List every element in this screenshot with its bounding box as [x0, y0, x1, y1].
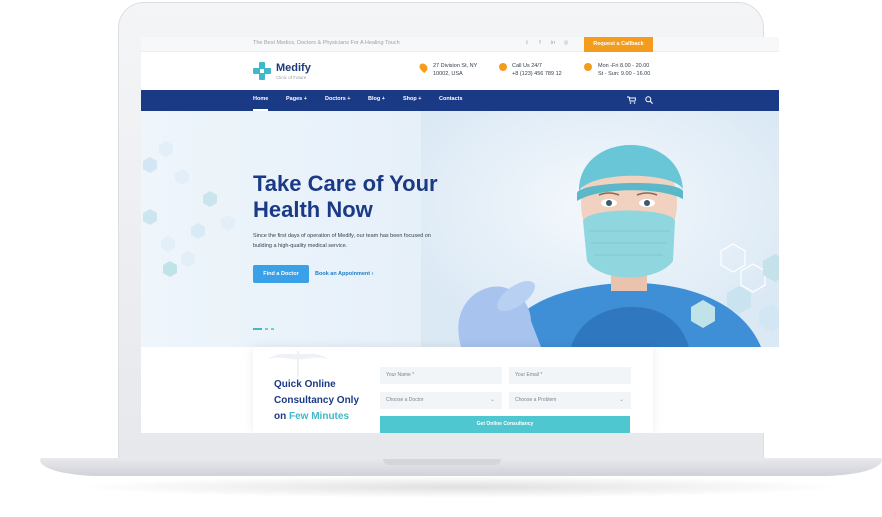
address-info: 27 Division St, NY 10002, USA: [433, 62, 477, 78]
hexagon-decoration: [163, 261, 177, 277]
request-callback-button[interactable]: Request a Callback: [584, 37, 653, 52]
doctor-select[interactable]: Choose a Doctor ⌄: [380, 392, 502, 409]
hero-section: Take Care of Your Health Now Since the f…: [141, 111, 779, 347]
find-doctor-button[interactable]: Find a Doctor: [253, 265, 309, 283]
consultancy-title-line-3: on Few Minutes: [274, 409, 374, 425]
nav-blog[interactable]: Blog +: [368, 96, 385, 102]
linkedin-icon[interactable]: in: [549, 40, 557, 48]
name-field[interactable]: Your Name *: [380, 367, 502, 384]
hours-line-1: Mon -Fri 8.00 - 20.00: [598, 63, 650, 69]
consultancy-title-prefix: on: [274, 411, 289, 422]
call-line-1: Call Us 24/7: [512, 63, 542, 69]
site-header: Medify Clinic of Future 27 Division St, …: [141, 52, 779, 90]
hero-description: Since the first days of operation of Med…: [253, 233, 431, 249]
address-line-1: 27 Division St, NY: [433, 63, 478, 69]
nav-contacts[interactable]: Contacts: [439, 96, 463, 102]
clock-icon: [584, 63, 592, 71]
caduceus-watermark-icon: [268, 351, 328, 377]
doctor-select-value: Choose a Doctor: [386, 397, 424, 403]
problem-select-value: Choose a Problem: [515, 397, 557, 403]
hours-info: Mon -Fri 8.00 - 20.00 St - Sun: 9.00 - 1…: [598, 62, 650, 78]
doctor-photo: [421, 111, 779, 347]
email-field[interactable]: Your Email *: [509, 367, 631, 384]
consultancy-title-highlight: Few Minutes: [289, 411, 350, 422]
website-screen: The Best Medics, Doctors & Physicians Fo…: [141, 37, 779, 433]
chevron-down-icon: ⌄: [618, 397, 624, 403]
topbar-tagline: The Best Medics, Doctors & Physicians Fo…: [253, 40, 400, 46]
location-pin-icon: [417, 61, 430, 74]
hexagon-decoration: [203, 191, 217, 207]
hexagon-decoration: [161, 236, 175, 252]
hexagon-decoration: [143, 157, 157, 173]
hexagon-decoration: [159, 141, 173, 157]
slider-dot-active[interactable]: [253, 328, 262, 330]
search-icon[interactable]: [645, 96, 653, 106]
consultancy-title: Quick Online Consultancy Only on Few Min…: [274, 377, 374, 425]
nav-shop[interactable]: Shop +: [403, 96, 422, 102]
nav-pages[interactable]: Pages +: [286, 96, 307, 102]
hexagon-decoration: [221, 215, 235, 231]
laptop-shadow: [70, 476, 850, 498]
cart-icon[interactable]: [627, 96, 637, 106]
hero-title: Take Care of Your Health Now: [253, 171, 493, 223]
slider-dot[interactable]: [265, 328, 268, 330]
hexagon-decoration: [143, 209, 157, 225]
hero-title-line-1: Take Care of Your: [253, 171, 438, 196]
problem-select[interactable]: Choose a Problem ⌄: [509, 392, 631, 409]
consultancy-title-line-2: Consultancy Only: [274, 395, 360, 406]
nav-doctors[interactable]: Doctors +: [325, 96, 351, 102]
chevron-down-icon: ⌄: [489, 397, 495, 403]
hexagon-decoration: [175, 169, 189, 185]
medical-cross-logo-icon[interactable]: [253, 62, 271, 80]
logo-tagline: Clinic of Future: [276, 75, 307, 80]
hero-title-line-2: Health Now: [253, 197, 373, 222]
book-appointment-link[interactable]: Book an Appoinment ›: [315, 271, 373, 277]
hours-line-2: St - Sun: 9.00 - 16.00: [598, 71, 651, 77]
consultancy-form-card: Quick Online Consultancy Only on Few Min…: [253, 347, 653, 433]
facebook-icon[interactable]: f: [536, 40, 544, 48]
phone-icon: [499, 63, 507, 71]
get-consultancy-button[interactable]: Get Online Consultancy: [380, 416, 630, 433]
address-line-2: 10002, USA: [433, 71, 463, 77]
nav-home[interactable]: Home: [253, 96, 268, 102]
main-nav: Home Pages + Doctors + Blog + Shop + Con…: [141, 90, 779, 111]
twitter-icon[interactable]: t: [523, 40, 531, 48]
hexagon-decoration: [181, 251, 195, 267]
consultancy-title-line-1: Quick Online: [274, 379, 336, 390]
call-info: Call Us 24/7 +8 (123) 456 789 12: [512, 62, 562, 78]
laptop-notch: [383, 459, 501, 465]
top-bar: The Best Medics, Doctors & Physicians Fo…: [141, 37, 779, 52]
call-line-2[interactable]: +8 (123) 456 789 12: [512, 70, 562, 78]
hexagon-decoration: [191, 223, 205, 239]
logo-name[interactable]: Medify: [276, 62, 311, 74]
slider-dot[interactable]: [271, 328, 274, 330]
instagram-icon[interactable]: ◎: [562, 40, 570, 48]
